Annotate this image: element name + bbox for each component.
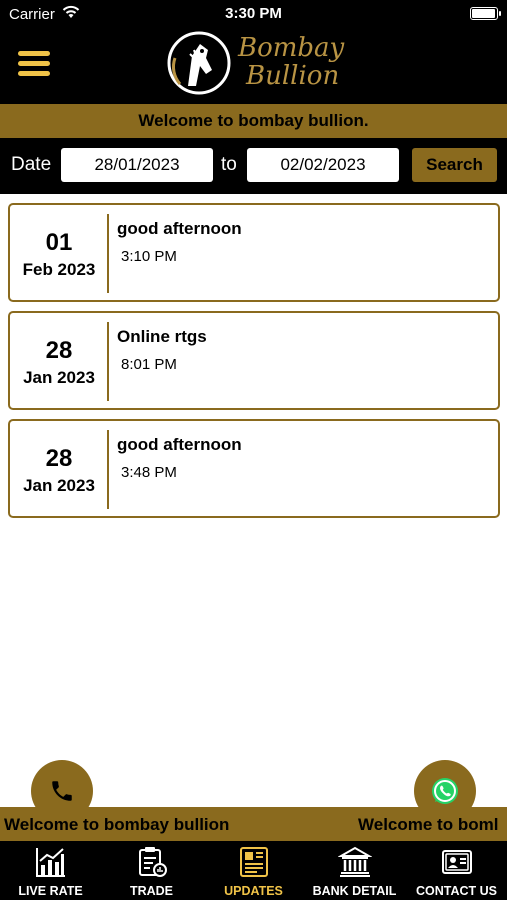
horse-emblem-icon [167,31,231,95]
bank-icon [337,846,372,877]
to-date-input[interactable] [247,148,399,182]
update-month-year: Jan 2023 [23,476,95,495]
bottom-nav: LIVE RATE TRADE UPDATES BANK DETAIL CONT… [0,841,507,900]
update-date: 28 Jan 2023 [10,421,108,516]
update-time: 3:10 PM [121,248,177,265]
hamburger-menu-button[interactable] [18,51,50,77]
update-title: good afternoon [117,219,242,238]
nav-live-rate[interactable]: LIVE RATE [0,841,101,900]
whatsapp-icon [432,778,458,804]
update-day: 28 [45,445,73,472]
nav-label: TRADE [129,884,174,898]
nav-trade[interactable]: TRADE [101,841,202,900]
update-month-year: Feb 2023 [22,260,96,279]
update-day: 28 [45,337,73,364]
update-day: 01 [45,229,73,256]
trade-doc-icon [138,847,167,877]
update-card[interactable]: 01 Feb 2023 good afternoon 3:10 PM [8,203,500,302]
update-card[interactable]: 28 Jan 2023 Online rtgs 8:01 PM [8,311,500,410]
card-divider [107,214,109,293]
brand-name-line2: Bullion [246,61,340,91]
battery-icon [470,7,501,20]
status-time: 3:30 PM [225,5,282,22]
card-divider [107,430,109,509]
welcome-text: Welcome to bombay bullion. [138,111,369,130]
phone-icon [52,781,72,801]
newspaper-icon [239,847,268,877]
app-header: Carrier 3:30 PM Bombay Bullion [0,0,507,104]
update-time: 8:01 PM [121,356,177,373]
update-card[interactable]: 28 Jan 2023 good afternoon 3:48 PM [8,419,500,518]
ticker-text: Welcome to boml [358,815,499,834]
nav-label: LIVE RATE [18,884,83,898]
news-ticker: Welcome to bombay bullion Welcome to bom… [0,807,507,841]
nav-label: CONTACT US [415,884,497,898]
nav-updates[interactable]: UPDATES [203,841,304,900]
chart-icon [35,848,65,877]
update-title: good afternoon [117,435,242,454]
brand-logo: Bombay Bullion [166,28,346,100]
contact-card-icon [441,850,472,874]
brand-name-line1: Bombay [238,33,345,63]
date-filter-bar: Date to Search [0,138,507,194]
status-bar: Carrier 3:30 PM [0,0,507,28]
update-title: Online rtgs [117,327,207,346]
update-time: 3:48 PM [121,464,177,481]
nav-label: UPDATES [224,884,283,898]
update-month-year: Jan 2023 [23,368,95,387]
ticker-text: Welcome to bombay bullion [4,815,230,834]
from-date-input[interactable] [61,148,213,182]
to-label: to [221,154,237,175]
card-divider [107,322,109,401]
date-label: Date [11,154,52,175]
nav-label: BANK DETAIL [312,884,397,898]
update-date: 01 Feb 2023 [10,205,108,300]
search-button[interactable]: Search [412,148,497,182]
nav-contact-us[interactable]: CONTACT US [406,841,507,900]
welcome-banner: Welcome to bombay bullion. [0,104,507,138]
update-date: 28 Jan 2023 [10,313,108,408]
nav-bank-detail[interactable]: BANK DETAIL [304,841,405,900]
